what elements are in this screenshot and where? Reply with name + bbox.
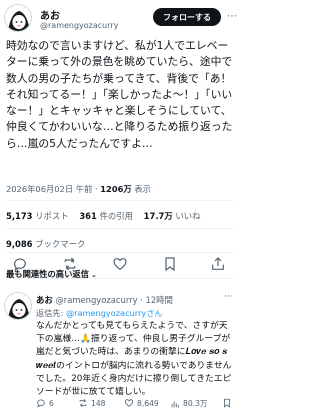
- like-icon[interactable]: [112, 256, 128, 272]
- bookmark-icon: [224, 398, 230, 408]
- reply-author-handle[interactable]: @ramengyozacurry: [55, 295, 137, 305]
- reposts-count[interactable]: 5,173: [6, 211, 33, 221]
- tweet-text: 時効なので言いますけど、私が1人でエレベーターに乗って外の景色を眺めていたら、途…: [6, 39, 233, 150]
- bookmarks-count: 9,086: [6, 239, 33, 249]
- engagement-stats: 5,173 リポスト 361 件の引用 17.7万 いいね: [6, 210, 201, 222]
- divider: [6, 228, 234, 229]
- meta-separator: ·: [95, 184, 98, 194]
- reply-like-button[interactable]: 8,649: [124, 398, 159, 408]
- divider: [6, 200, 234, 201]
- reply-header: あお @ramengyozacurry · 12時間: [36, 294, 173, 306]
- tweet-views-count: 1206万: [100, 184, 132, 194]
- reply-to: 返信先: @ramengyozacurryさん: [36, 307, 163, 319]
- reply-to-prefix: 返信先:: [36, 308, 64, 318]
- divider: [6, 252, 234, 253]
- tweet-meta: 2026年06月02日 午前 · 1206万 表示: [6, 183, 151, 195]
- like-icon: [124, 399, 134, 407]
- chevron-down-icon: ⌄: [90, 271, 97, 279]
- reply-icon: [37, 399, 45, 408]
- repost-icon: [79, 398, 87, 408]
- quotes-count[interactable]: 361: [79, 211, 96, 221]
- reply-time[interactable]: · 12時間: [140, 295, 173, 305]
- tweet-date[interactable]: 2026年06月02日 午前: [6, 184, 92, 194]
- likes-label[interactable]: いいね: [175, 211, 200, 221]
- more-options-icon[interactable]: ⋯: [226, 11, 238, 23]
- reply-to-link[interactable]: @ramengyozacurryさん: [66, 308, 163, 318]
- bookmark-icon[interactable]: [162, 256, 178, 272]
- replies-sort-label: 最も関連性の高い返信: [6, 269, 89, 279]
- replies-sort[interactable]: 最も関連性の高い返信 ⌄: [6, 268, 97, 280]
- reply-author-name[interactable]: あお: [36, 295, 53, 305]
- bookmarks-label: ブックマーク: [35, 239, 86, 249]
- reply-repost-count: 148: [91, 398, 106, 408]
- author-avatar[interactable]: [4, 4, 32, 32]
- reply-like-count: 8,649: [137, 398, 159, 408]
- reply-action-bar: 6 148 8,649 80.3万: [36, 398, 240, 412]
- follow-button[interactable]: フォローする: [153, 8, 221, 26]
- reply-text: なんだかとっても見てもらえたようで、さすが天下の嵐様…🙏振り返って、仲良し男子グ…: [36, 321, 232, 398]
- reply-bookmark-button[interactable]: [222, 398, 232, 408]
- reposts-label[interactable]: リポスト: [35, 211, 69, 221]
- share-icon[interactable]: [210, 256, 226, 272]
- reply-repost-button[interactable]: 148: [78, 398, 106, 408]
- tweet-views-label: 表示: [134, 184, 151, 194]
- likes-count[interactable]: 17.7万: [144, 211, 173, 221]
- tweet-author: あお @ramengyozacurry フォローする ⋯: [4, 4, 238, 34]
- reply-views-count: 80.3万: [183, 399, 208, 408]
- reply-reply-count: 6: [49, 398, 54, 408]
- bookmark-stats: 9,086 ブックマーク: [6, 238, 85, 250]
- reply-avatar[interactable]: [4, 292, 32, 320]
- quotes-label[interactable]: 件の引用: [100, 211, 134, 221]
- author-handle[interactable]: @ramengyozacurry: [40, 21, 118, 30]
- author-name[interactable]: あお: [40, 7, 60, 22]
- reply-reply-button[interactable]: 6: [36, 398, 54, 408]
- reply-views-button[interactable]: 80.3万: [170, 398, 208, 409]
- views-icon: [171, 401, 179, 407]
- reply-more-options-icon[interactable]: ···: [224, 292, 233, 302]
